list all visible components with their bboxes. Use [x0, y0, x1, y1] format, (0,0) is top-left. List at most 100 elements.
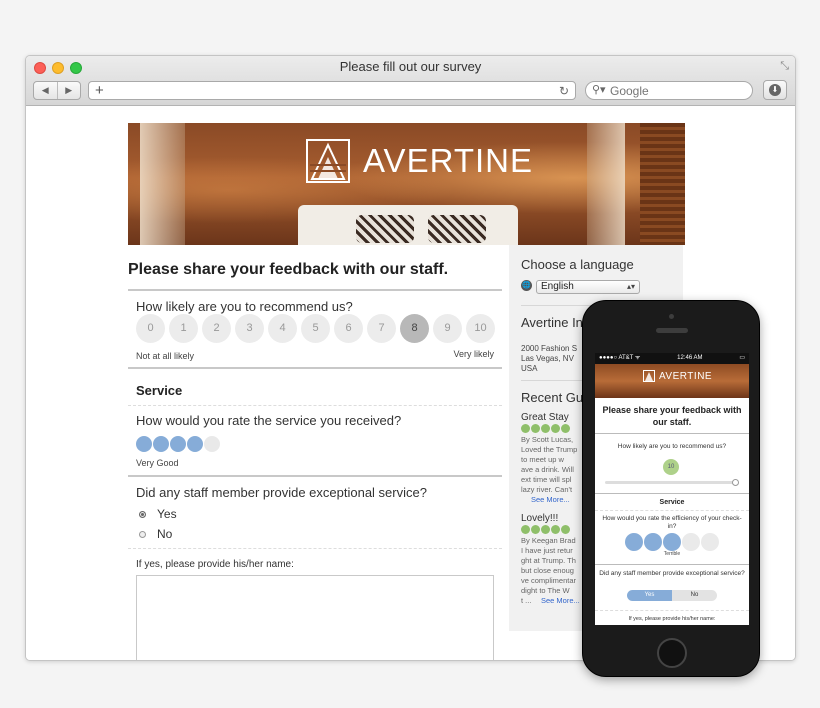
mobile-rating-dot[interactable]: [701, 533, 719, 551]
divider: [595, 433, 749, 434]
nps-option-9[interactable]: 9: [433, 314, 462, 343]
globe-icon: 🌐: [521, 280, 532, 291]
nps-option-4[interactable]: 4: [268, 314, 297, 343]
brand-mark-icon: [306, 139, 350, 183]
rating-circle-icon: [521, 525, 530, 534]
nps-option-10[interactable]: 10: [466, 314, 495, 343]
reload-icon[interactable]: ↻: [559, 83, 569, 99]
section-title-service: Service: [136, 383, 183, 398]
survey-form: Please share your feedback with our staf…: [128, 245, 502, 660]
new-tab-icon[interactable]: +: [95, 82, 104, 99]
divider: [128, 367, 502, 369]
forward-button[interactable]: ▶: [58, 82, 81, 99]
mobile-yes-no-toggle[interactable]: Yes No: [627, 590, 717, 601]
language-select-value: English: [541, 281, 574, 292]
divider: [128, 475, 502, 477]
see-more-link[interactable]: See More...: [541, 596, 580, 606]
rating-circle-icon: [551, 525, 560, 534]
rating-dot[interactable]: [136, 436, 152, 452]
brand-logo: AVERTINE: [306, 138, 533, 184]
nps-scale: 0 1 2 3 4 5 6 7 8 9 10: [136, 314, 495, 343]
search-input[interactable]: [610, 83, 740, 98]
nps-option-7[interactable]: 7: [367, 314, 396, 343]
fullscreen-icon[interactable]: ⤡: [780, 60, 789, 73]
divider: [595, 493, 749, 494]
rating-circle-icon: [561, 525, 570, 534]
mobile-rating-dot[interactable]: [682, 533, 700, 551]
carrier-label: ●●●●○ AT&T ᯤ: [599, 355, 641, 361]
mobile-rating-dot[interactable]: [663, 533, 681, 551]
mobile-nps-slider[interactable]: [605, 479, 739, 486]
radio-no[interactable]: No: [139, 527, 172, 541]
rating-dot[interactable]: [170, 436, 186, 452]
mobile-nps-value[interactable]: 10: [663, 459, 679, 475]
history-nav: ◀ ▶: [33, 81, 81, 100]
staff-name-textarea[interactable]: [136, 575, 494, 660]
home-button[interactable]: [657, 638, 687, 668]
mobile-brand-logo: AVERTINE: [643, 370, 712, 382]
name-prompt: If yes, please provide his/her name:: [136, 559, 294, 570]
slider-knob[interactable]: [732, 479, 739, 486]
camera: [669, 314, 674, 319]
rating-circle-icon: [551, 424, 560, 433]
nps-option-3[interactable]: 3: [235, 314, 264, 343]
window-title: Please fill out our survey: [339, 59, 482, 74]
pillow: [356, 215, 414, 243]
mobile-rating-dot[interactable]: [644, 533, 662, 551]
address: 2000 Fashion S Las Vegas, NV USA: [521, 344, 578, 373]
review-stars: [521, 424, 570, 433]
language-heading: Choose a language: [521, 257, 634, 272]
nps-high-label: Very likely: [453, 349, 494, 359]
nps-option-8[interactable]: 8: [400, 314, 429, 343]
mobile-rating-label: Terrible: [663, 551, 681, 557]
status-bar: ●●●●○ AT&T ᯤ 12:46 AM ▭: [595, 353, 749, 364]
yes-button[interactable]: Yes: [627, 590, 672, 601]
rating-label: Very Good: [136, 458, 179, 468]
mobile-nps-question: How likely are you to recommend us?: [617, 443, 727, 450]
hero-image: AVERTINE: [128, 123, 685, 245]
speaker: [656, 328, 688, 333]
title-bar: Please fill out our survey ⤡ ◀ ▶ + ↻ ⚲▾ …: [26, 56, 795, 106]
divider: [128, 548, 502, 549]
rating-dot[interactable]: [187, 436, 203, 452]
rating-circle-icon: [561, 424, 570, 433]
downloads-button[interactable]: ⬇: [763, 80, 787, 100]
search-icon: ⚲▾: [592, 84, 606, 96]
no-button[interactable]: No: [672, 590, 717, 601]
divider: [128, 405, 502, 406]
review-stars: [521, 525, 570, 534]
select-arrow-icon: ▴▾: [626, 282, 635, 291]
nps-option-6[interactable]: 6: [334, 314, 363, 343]
nps-option-0[interactable]: 0: [136, 314, 165, 343]
battery-icon: ▭: [739, 355, 745, 361]
brand-mark-icon: [643, 370, 655, 382]
nps-low-label: Not at all likely: [136, 351, 195, 361]
download-icon: ⬇: [769, 84, 781, 96]
mobile-rating-dot[interactable]: [625, 533, 643, 551]
mobile-rating[interactable]: [625, 533, 720, 551]
divider: [595, 564, 749, 565]
service-rating[interactable]: [136, 436, 221, 452]
radio-yes-label: Yes: [157, 507, 177, 521]
nps-option-5[interactable]: 5: [301, 314, 330, 343]
see-more-link[interactable]: See More...: [531, 495, 570, 505]
search-bar[interactable]: ⚲▾: [585, 81, 753, 100]
radio-yes[interactable]: Yes: [139, 507, 177, 521]
rating-circle-icon: [531, 525, 540, 534]
radio-button[interactable]: [139, 530, 146, 538]
brand-name: AVERTINE: [363, 142, 533, 179]
back-button[interactable]: ◀: [34, 82, 58, 99]
nps-option-1[interactable]: 1: [169, 314, 198, 343]
radio-button-selected[interactable]: [139, 510, 146, 518]
language-select[interactable]: English ▴▾: [536, 280, 640, 294]
review-body: By Scott Lucas, Loved the Trump to meet …: [521, 435, 578, 494]
mobile-page-title: Please share your feedback with our staf…: [602, 405, 742, 427]
rating-dot[interactable]: [153, 436, 169, 452]
rating-dot[interactable]: [204, 436, 220, 452]
address-bar[interactable]: + ↻: [88, 81, 576, 100]
rating-circle-icon: [541, 424, 550, 433]
nps-option-2[interactable]: 2: [202, 314, 231, 343]
reviews-heading: Recent Gu: [521, 390, 584, 405]
window-shutter: [640, 123, 685, 245]
radio-no-label: No: [157, 527, 173, 541]
